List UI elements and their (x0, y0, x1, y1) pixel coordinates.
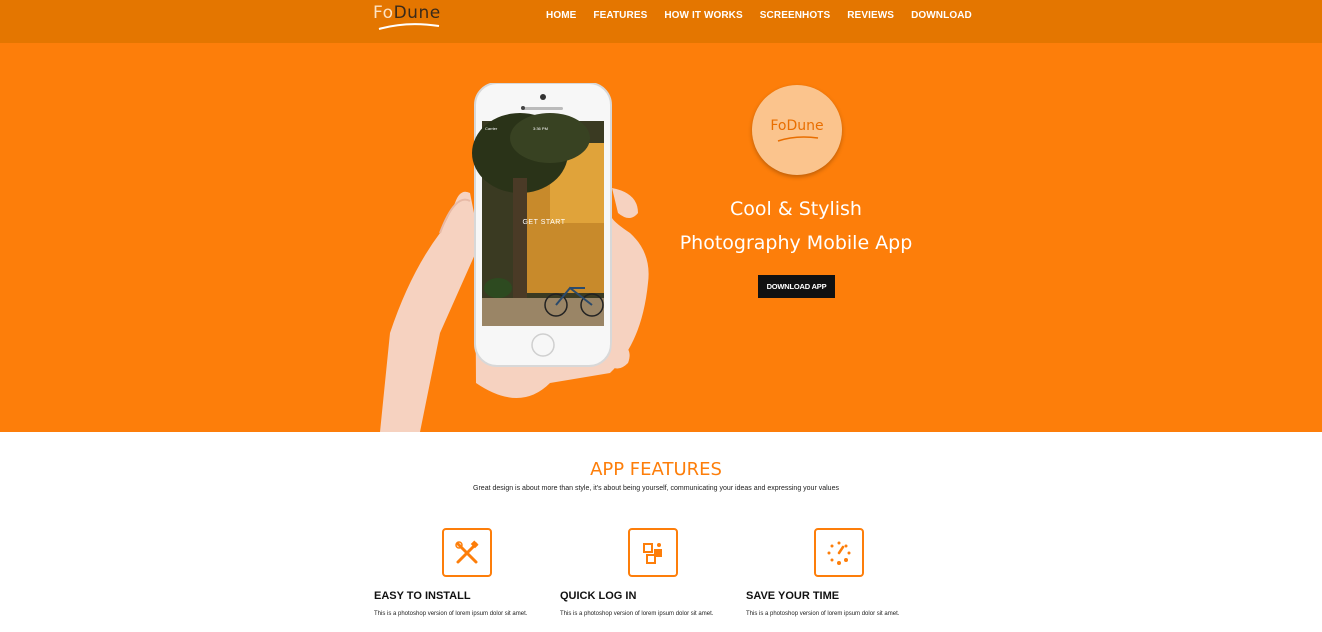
tools-icon (442, 528, 492, 577)
nav-download[interactable]: DOWNLOAD (911, 10, 972, 22)
stopwatch-icon (814, 528, 864, 577)
feature-quick-log-in: QUICK LOG IN This is a photoshop version… (560, 528, 730, 628)
download-app-button[interactable]: DOWNLOAD APP (758, 275, 835, 298)
logo-prefix: Fo (373, 3, 394, 23)
nav-how-it-works[interactable]: HOW IT WORKS (664, 10, 742, 22)
hero-title-line1: Cool & Stylish (730, 198, 862, 220)
badge-logo-text: FoDune (770, 118, 824, 134)
features-subtitle: Great design is about more than style, i… (473, 485, 839, 492)
nav-features[interactable]: FEATURES (593, 10, 647, 22)
feature-text: This is a photoshop version of lorem ips… (560, 611, 714, 617)
features-title: APP FEATURES (590, 459, 722, 480)
top-navbar: FoDune HOME FEATURES HOW IT WORKS SCREEN… (0, 0, 1322, 43)
hero-logo-badge: FoDune (752, 85, 842, 175)
feature-easy-to-install: EASY TO INSTALL This is a photoshop vers… (374, 528, 544, 628)
hero-title-line2: Photography Mobile App (679, 232, 913, 254)
feature-text: This is a photoshop version of lorem ips… (746, 611, 900, 617)
feature-heading: EASY TO INSTALL (374, 590, 471, 602)
logo-suffix: Dune (393, 3, 441, 23)
phone-carrier-label: Carrier (485, 126, 498, 131)
feature-heading: QUICK LOG IN (560, 590, 637, 602)
hand-holding-phone-image (380, 83, 649, 432)
hero-section: Carrier 3:36 PM GET START FoDune Cool & … (0, 43, 1322, 432)
nav-menu: HOME FEATURES HOW IT WORKS SCREENHOTS RE… (546, 10, 989, 22)
nav-reviews[interactable]: REVIEWS (847, 10, 894, 22)
feature-text: This is a photoshop version of lorem ips… (374, 611, 528, 617)
logo-text: FoDune (373, 3, 441, 23)
logo-swoosh-icon (378, 23, 440, 30)
login-puzzle-icon (628, 528, 678, 577)
phone-time-label: 3:36 PM (533, 126, 548, 131)
badge-swoosh-icon (777, 136, 819, 142)
logo[interactable]: FoDune (373, 3, 443, 33)
feature-heading: SAVE YOUR TIME (746, 590, 840, 602)
feature-save-your-time: SAVE YOUR TIME This is a photoshop versi… (746, 528, 916, 628)
nav-home[interactable]: HOME (546, 10, 576, 22)
phone-get-start-label: GET START (522, 219, 566, 226)
nav-screenshots[interactable]: SCREENHOTS (760, 10, 830, 22)
